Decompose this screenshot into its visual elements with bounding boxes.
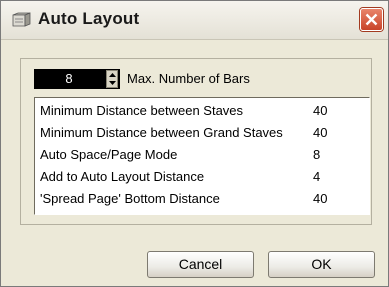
max-bars-spinbox[interactable]: 8 [34, 69, 120, 89]
list-item-value[interactable]: 40 [313, 189, 327, 209]
list-item-value[interactable]: 40 [313, 123, 327, 143]
layout-parameters-list[interactable]: Minimum Distance between Staves 40 Minim… [34, 97, 370, 215]
spin-up-icon[interactable] [108, 71, 117, 79]
max-bars-value[interactable]: 8 [34, 69, 104, 89]
list-item[interactable]: Auto Space/Page Mode 8 [40, 145, 365, 165]
list-item-label: 'Spread Page' Bottom Distance [40, 191, 220, 206]
list-item[interactable]: Minimum Distance between Grand Staves 40 [40, 123, 365, 143]
list-item-value[interactable]: 40 [313, 101, 327, 121]
list-item[interactable]: Minimum Distance between Staves 40 [40, 101, 365, 121]
cancel-button[interactable]: Cancel [147, 251, 254, 278]
ok-button[interactable]: OK [268, 251, 375, 278]
score-layout-icon [12, 12, 32, 28]
list-item-value[interactable]: 4 [313, 167, 320, 187]
auto-layout-dialog: Auto Layout 8 Max. Number of Bars Minimu… [0, 0, 389, 287]
list-item-label: Add to Auto Layout Distance [40, 169, 205, 184]
list-item[interactable]: Add to Auto Layout Distance 4 [40, 167, 365, 187]
list-item-label: Minimum Distance between Grand Staves [40, 125, 283, 140]
max-bars-label: Max. Number of Bars [127, 71, 250, 86]
list-item-value[interactable]: 8 [313, 145, 320, 165]
close-button[interactable] [360, 8, 383, 31]
spin-arrows[interactable] [106, 70, 118, 88]
list-item-label: Auto Space/Page Mode [40, 147, 178, 162]
list-item-label: Minimum Distance between Staves [40, 103, 244, 118]
spin-down-icon[interactable] [108, 79, 117, 87]
dialog-title: Auto Layout [38, 9, 140, 28]
title-bar[interactable]: Auto Layout [1, 1, 388, 40]
list-item[interactable]: 'Spread Page' Bottom Distance 40 [40, 189, 365, 209]
